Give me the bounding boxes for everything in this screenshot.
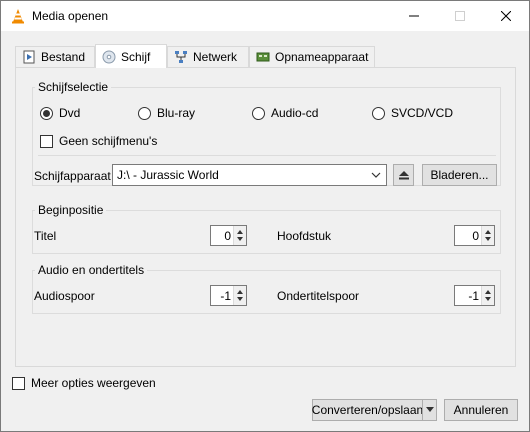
cancel-button[interactable]: Annuleren <box>444 399 518 421</box>
radio-bluray[interactable]: Blu-ray <box>138 106 195 120</box>
show-more-options-label: Meer opties weergeven <box>31 376 156 390</box>
tab-network[interactable]: Netwerk <box>167 46 249 67</box>
no-disc-menus-box <box>40 134 53 148</box>
minimize-button[interactable] <box>391 1 437 31</box>
chapter-number-label: Hoofdstuk <box>277 229 332 243</box>
title-number-value: 0 <box>224 229 231 243</box>
dropdown-arrow-icon <box>425 407 434 412</box>
eject-button[interactable] <box>393 164 414 186</box>
disc-selection-divider <box>38 155 496 156</box>
subtitle-track-stepper[interactable] <box>481 286 494 305</box>
disc-tab-panel: Schijfselectie Dvd Blu-ray Audio-cd SVCD… <box>15 67 516 367</box>
no-disc-menus-label: Geen schijfmenu's <box>59 134 158 148</box>
convert-save-label: Converteren/opslaan <box>311 403 424 417</box>
file-play-icon <box>23 50 35 64</box>
audio-track-spinbox[interactable]: -1 <box>210 285 247 306</box>
title-number-spinbox[interactable]: 0 <box>210 225 247 246</box>
radio-dvd-label: Dvd <box>59 106 81 120</box>
audio-subtitles-legend: Audio en ondertitels <box>38 263 145 277</box>
disc-device-label: Schijfapparaat <box>34 169 111 183</box>
subtitle-track-spinbox[interactable]: -1 <box>454 285 495 306</box>
disc-device-value: J:\ - Jurassic World <box>117 168 219 182</box>
audio-track-stepper[interactable] <box>233 286 246 305</box>
radio-bluray-label: Blu-ray <box>157 106 196 120</box>
disc-device-select[interactable]: J:\ - Jurassic World <box>112 164 387 186</box>
browse-button-label: Bladeren... <box>430 168 489 182</box>
radio-dvd-indicator <box>40 106 53 120</box>
media-open-dialog: Media openen Bestand Schijf Netwerk Opna… <box>0 0 530 432</box>
convert-save-button[interactable]: Converteren/opslaan <box>312 399 423 421</box>
disc-selection-legend: Schijfselectie <box>38 80 109 94</box>
audio-subtitles-group: Audio en ondertitels <box>32 263 501 314</box>
audio-track-value: -1 <box>220 289 231 303</box>
tab-capture-device-label: Opnameapparaat <box>275 50 369 64</box>
minimize-icon <box>409 15 419 17</box>
show-more-options-box <box>12 376 25 390</box>
chapter-number-stepper[interactable] <box>481 226 494 245</box>
start-position-legend: Beginpositie <box>38 203 104 217</box>
title-number-label: Titel <box>34 229 57 243</box>
tab-disc-label: Schijf <box>121 49 151 64</box>
title-bar: Media openen <box>1 1 529 31</box>
start-position-group: Beginpositie <box>32 203 501 254</box>
browse-button[interactable]: Bladeren... <box>422 164 497 186</box>
radio-audio-cd-label: Audio-cd <box>271 106 319 120</box>
close-button[interactable] <box>483 1 529 31</box>
tab-network-label: Netwerk <box>193 50 238 64</box>
radio-audio-cd-indicator <box>252 106 265 120</box>
chevron-down-icon <box>371 172 381 178</box>
title-number-stepper[interactable] <box>233 226 246 245</box>
network-icon <box>175 51 187 63</box>
capture-card-icon <box>256 52 270 62</box>
radio-dvd[interactable]: Dvd <box>40 106 80 120</box>
no-disc-menus-checkbox[interactable]: Geen schijfmenu's <box>40 134 157 148</box>
tab-capture-device[interactable]: Opnameapparaat <box>249 46 375 67</box>
convert-options-dropdown[interactable] <box>422 399 437 421</box>
close-icon <box>501 11 511 21</box>
subtitle-track-label: Ondertitelspoor <box>277 289 360 303</box>
audio-track-label: Audiospoor <box>34 289 95 303</box>
maximize-button[interactable] <box>437 1 483 31</box>
radio-svcd-vcd-label: SVCD/VCD <box>391 106 454 120</box>
chapter-number-value: 0 <box>472 229 479 243</box>
tab-file-label: Bestand <box>41 50 86 64</box>
maximize-icon <box>455 11 465 21</box>
tab-disc[interactable]: Schijf <box>95 44 167 68</box>
radio-svcd-vcd-indicator <box>372 106 385 120</box>
disc-icon <box>102 50 116 63</box>
radio-svcd-vcd[interactable]: SVCD/VCD <box>372 106 453 120</box>
cancel-button-label: Annuleren <box>453 403 509 417</box>
vlc-cone-icon <box>12 9 24 24</box>
subtitle-track-value: -1 <box>468 289 479 303</box>
radio-bluray-indicator <box>138 106 151 120</box>
chapter-number-spinbox[interactable]: 0 <box>454 225 495 246</box>
radio-audio-cd[interactable]: Audio-cd <box>252 106 318 120</box>
window-title: Media openen <box>32 9 109 23</box>
show-more-options-checkbox[interactable]: Meer opties weergeven <box>12 376 156 390</box>
tab-file[interactable]: Bestand <box>15 46 95 67</box>
eject-icon <box>398 171 409 180</box>
